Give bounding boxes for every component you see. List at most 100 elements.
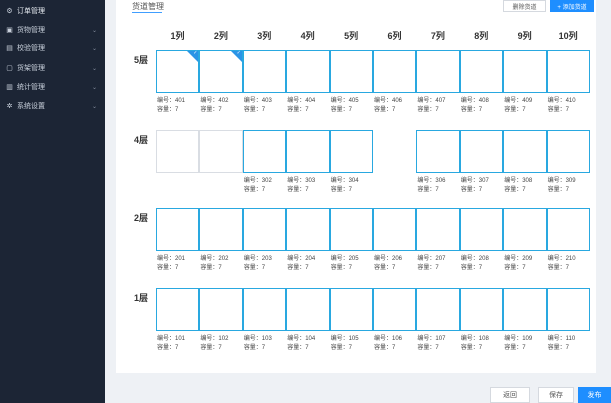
chevron-down-icon: ⌄ <box>91 45 97 52</box>
lane-slot[interactable] <box>242 130 287 173</box>
lane-slot[interactable] <box>373 208 417 251</box>
slot-capacity: 容量：7 <box>330 107 352 113</box>
sidebar-item-goods[interactable]: ▣ 货物管理 ⌄ <box>0 21 105 39</box>
lane-slot[interactable] <box>503 50 547 93</box>
slot-code: 编号：106 <box>374 336 403 342</box>
sidebar-item-shelves[interactable]: ▢ 货架管理 ⌄ <box>0 59 105 77</box>
lane-slot[interactable] <box>199 288 243 331</box>
slot-capacity: 容量：7 <box>374 345 396 351</box>
column-header: 5列 <box>344 31 359 41</box>
chevron-down-icon: ⌄ <box>91 27 97 34</box>
column-header: 7列 <box>430 31 445 41</box>
slot-info: 编号：402 容量：7 <box>200 97 228 115</box>
slot-code: 编号：402 <box>200 98 229 104</box>
lane-slot[interactable] <box>416 208 460 251</box>
delete-lane-button[interactable]: 删除货道 <box>503 0 546 12</box>
slot-info: 编号：306 容量：7 <box>417 177 445 195</box>
lane-slot[interactable] <box>416 50 460 93</box>
slot-capacity: 容量：7 <box>330 265 352 271</box>
lane-slot[interactable] <box>199 130 243 173</box>
slot-info: 编号：104 容量：7 <box>287 335 315 353</box>
lane-slot[interactable] <box>242 208 287 251</box>
save-button[interactable]: 保存 <box>538 387 574 403</box>
lane-slot[interactable] <box>416 288 460 331</box>
slot-code: 编号：407 <box>417 98 446 104</box>
check-icon <box>187 50 199 62</box>
slot-code: 编号：108 <box>460 336 489 342</box>
lane-slot[interactable] <box>503 130 547 173</box>
slot-code: 编号：206 <box>374 256 403 262</box>
back-button[interactable]: 返回 <box>490 387 530 403</box>
lane-slot[interactable] <box>546 288 590 331</box>
slot-capacity: 容量：7 <box>504 187 526 193</box>
slot-capacity: 容量：7 <box>504 107 526 113</box>
lane-panel: 货道管理 删除货道 + 添加货道 1列 2列 3列 4列 5列 6列 7列 8列 9列 10列 5层… <box>116 0 596 373</box>
slot-capacity: 容量：7 <box>547 265 569 271</box>
slot-code: 编号：105 <box>330 336 359 342</box>
lane-slot[interactable] <box>286 288 330 331</box>
slot-capacity: 容量：7 <box>243 107 266 113</box>
sidebar-item-inspection[interactable]: ▤ 校验管理 ⌄ <box>0 39 105 57</box>
lane-slot[interactable] <box>286 208 330 251</box>
slot-capacity: 容量：7 <box>417 187 439 193</box>
slot-capacity: 容量：7 <box>157 107 179 113</box>
lane-slot[interactable] <box>329 288 373 331</box>
slot-info: 编号：304 容量：7 <box>331 177 359 195</box>
lane-slot[interactable] <box>546 50 590 93</box>
lane-slot[interactable] <box>199 208 243 251</box>
lane-slot <box>373 130 416 173</box>
lane-slot[interactable] <box>459 130 504 173</box>
lane-slot[interactable] <box>286 130 330 173</box>
settings-icon: ✲ <box>6 103 13 110</box>
sidebar-item-statistics[interactable]: ▥ 统计管理 ⌄ <box>0 78 105 96</box>
lane-slot[interactable] <box>286 50 330 93</box>
column-header: 10列 <box>558 31 578 41</box>
lane-slot[interactable] <box>546 130 590 173</box>
lane-slot[interactable] <box>459 288 504 331</box>
add-lane-button[interactable]: + 添加货道 <box>550 0 594 12</box>
column-header: 2列 <box>213 31 228 41</box>
slot-info: 编号：107 容量：7 <box>417 335 445 353</box>
slot-code: 编号：102 <box>200 336 229 342</box>
lane-slot[interactable] <box>242 288 287 331</box>
slot-info: 编号：404 容量：7 <box>287 97 315 115</box>
sidebar-item-system[interactable]: ✲ 系统设置 ⌄ <box>0 97 105 115</box>
sidebar-item-label: 货物管理 <box>17 27 45 34</box>
lane-slot[interactable] <box>156 130 200 173</box>
lane-slot[interactable] <box>156 50 200 93</box>
lane-slot[interactable] <box>546 208 590 251</box>
lane-slot[interactable] <box>156 288 200 331</box>
slot-capacity: 容量：7 <box>460 187 483 193</box>
slot-capacity: 容量：7 <box>460 265 483 271</box>
lane-slot[interactable] <box>373 50 417 93</box>
gear-icon: ⚙ <box>6 8 13 15</box>
publish-button[interactable]: 发布 <box>578 387 611 403</box>
lane-slot[interactable] <box>503 288 547 331</box>
slot-code: 编号：104 <box>287 336 316 342</box>
slot-code: 编号：410 <box>547 98 576 104</box>
sidebar-item-orders[interactable]: ⚙ 订单管理 <box>0 2 105 20</box>
lane-slot[interactable] <box>199 50 243 93</box>
slot-info: 编号：106 容量：7 <box>374 335 402 353</box>
lane-slot[interactable] <box>503 208 547 251</box>
folder-icon: ▢ <box>6 65 13 72</box>
column-header: 3列 <box>257 31 272 41</box>
lane-slot[interactable] <box>416 130 460 173</box>
lane-slot[interactable] <box>329 208 373 251</box>
sidebar: ⚙ 订单管理 ▣ 货物管理 ⌄ ▤ 校验管理 ⌄ ▢ 货架管理 ⌄ ▥ 统计管理… <box>0 0 105 403</box>
lane-slot[interactable] <box>329 50 373 93</box>
slot-capacity: 容量：7 <box>374 107 396 113</box>
slot-code: 编号：403 <box>243 98 272 104</box>
chart-icon: ▥ <box>6 84 13 91</box>
slot-info: 编号：405 容量：7 <box>331 97 359 115</box>
lane-slot[interactable] <box>459 50 504 93</box>
lane-slot[interactable] <box>329 130 373 173</box>
lane-slot[interactable] <box>242 50 287 93</box>
document-icon: ▤ <box>6 45 13 52</box>
slot-code: 编号：101 <box>157 336 186 342</box>
slot-code: 编号：401 <box>157 98 186 104</box>
lane-slot[interactable] <box>459 208 504 251</box>
slot-capacity: 容量：7 <box>504 345 526 351</box>
lane-slot[interactable] <box>373 288 417 331</box>
lane-slot[interactable] <box>156 208 200 251</box>
